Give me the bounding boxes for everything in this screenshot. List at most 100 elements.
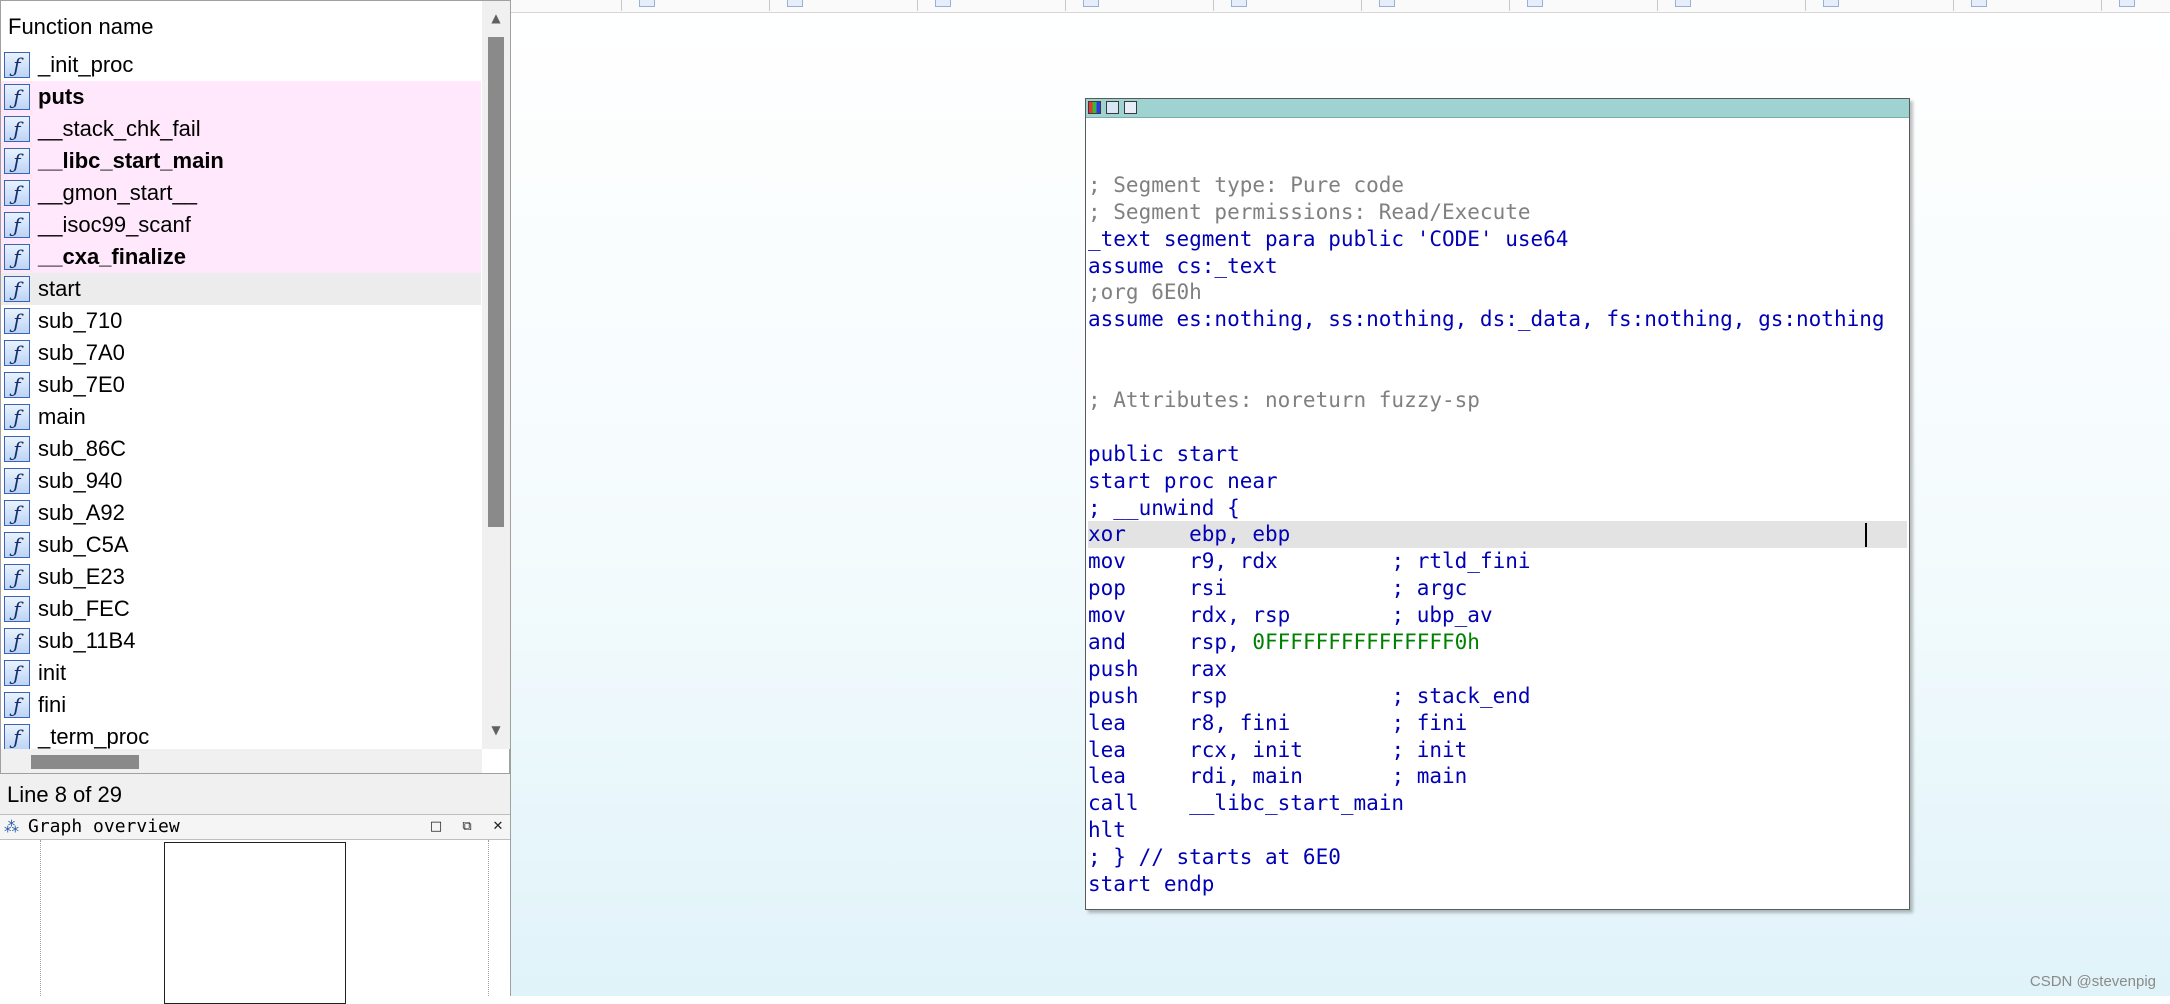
code-line[interactable]: push rax bbox=[1088, 656, 1907, 683]
function-row[interactable]: ƒ _init_proc bbox=[1, 49, 481, 81]
horizontal-scrollbar[interactable] bbox=[1, 749, 482, 773]
function-row[interactable]: ƒ __gmon_start__ bbox=[1, 177, 481, 209]
tab-icon[interactable] bbox=[1083, 0, 1099, 7]
code-line[interactable]: assume es:nothing, ss:nothing, ds:_data,… bbox=[1088, 306, 1907, 333]
function-icon: ƒ bbox=[4, 84, 30, 110]
code-line[interactable]: pop rsi ; argc bbox=[1088, 575, 1907, 602]
function-row[interactable]: ƒ sub_C5A bbox=[1, 529, 481, 561]
code-line[interactable]: mov r9, rdx ; rtld_fini bbox=[1088, 548, 1907, 575]
tab-icon[interactable] bbox=[935, 0, 951, 7]
function-name: main bbox=[38, 404, 86, 429]
code-line[interactable]: lea rdi, main ; main bbox=[1088, 763, 1907, 790]
float-window-icon[interactable]: ⧉ bbox=[455, 816, 479, 838]
code-token: ; argc bbox=[1391, 576, 1468, 601]
code-line[interactable]: _text segment para public 'CODE' use64 bbox=[1088, 226, 1907, 253]
function-row[interactable]: ƒ init bbox=[1, 657, 481, 689]
code-token: ; Segment type: Pure code bbox=[1088, 172, 1405, 197]
tab-separator bbox=[1509, 0, 1510, 11]
code-line[interactable]: ; Segment type: Pure code bbox=[1088, 172, 1907, 199]
line-status: Line 8 of 29 bbox=[7, 782, 122, 807]
graph-node-titlebar[interactable] bbox=[1086, 99, 1909, 118]
code-line[interactable] bbox=[1088, 333, 1907, 360]
code-token: mov rdx, rsp bbox=[1088, 603, 1392, 628]
code-line[interactable]: call __libc_start_main bbox=[1088, 790, 1907, 817]
tab-icon[interactable] bbox=[1675, 0, 1691, 7]
assembly-listing[interactable]: ; Segment type: Pure code; Segment permi… bbox=[1088, 145, 1907, 898]
node-graph-icon[interactable] bbox=[1106, 101, 1119, 114]
function-row[interactable]: ƒ start bbox=[1, 273, 481, 305]
code-line[interactable]: lea rcx, init ; init bbox=[1088, 737, 1907, 764]
column-header-function-name[interactable]: Function name bbox=[1, 1, 481, 49]
code-token: public start bbox=[1088, 441, 1240, 466]
function-row[interactable]: ƒ sub_FEC bbox=[1, 593, 481, 625]
function-row[interactable]: ƒ __isoc99_scanf bbox=[1, 209, 481, 241]
function-row[interactable]: ƒ __cxa_finalize bbox=[1, 241, 481, 273]
function-row[interactable]: ƒ sub_86C bbox=[1, 433, 481, 465]
code-token: lea rdi, main bbox=[1088, 764, 1392, 789]
tab-icon[interactable] bbox=[1823, 0, 1839, 7]
graph-viewport-rect[interactable] bbox=[164, 842, 346, 1004]
vertical-scroll-thumb[interactable] bbox=[488, 37, 504, 527]
function-row[interactable]: ƒ puts bbox=[1, 81, 481, 113]
function-row[interactable]: ƒ sub_7E0 bbox=[1, 369, 481, 401]
code-line[interactable]: assume cs:_text bbox=[1088, 253, 1907, 280]
code-line[interactable]: ; } // starts at 6E0 bbox=[1088, 844, 1907, 871]
graph-overview-canvas[interactable] bbox=[0, 840, 510, 1004]
function-row[interactable]: ƒ fini bbox=[1, 689, 481, 721]
node-color-icon[interactable] bbox=[1088, 101, 1101, 114]
function-row[interactable]: ƒ _term_proc bbox=[1, 721, 481, 749]
code-line[interactable] bbox=[1088, 414, 1907, 441]
function-icon: ƒ bbox=[4, 148, 30, 174]
tab-icon[interactable] bbox=[787, 0, 803, 7]
code-line[interactable]: push rsp ; stack_end bbox=[1088, 683, 1907, 710]
close-icon[interactable]: ✕ bbox=[486, 816, 510, 838]
disassembly-view[interactable]: ; Segment type: Pure code; Segment permi… bbox=[511, 0, 2170, 996]
function-row[interactable]: ƒ __libc_start_main bbox=[1, 145, 481, 177]
code-line[interactable] bbox=[1088, 145, 1907, 172]
code-line[interactable]: public start bbox=[1088, 441, 1907, 468]
tab-icon[interactable] bbox=[1379, 0, 1395, 7]
function-list: ƒ _init_proc ƒ puts ƒ __stack_chk_fail ƒ __libc… bbox=[1, 49, 481, 749]
function-icon: ƒ bbox=[4, 724, 30, 749]
horizontal-scroll-thumb[interactable] bbox=[31, 755, 139, 769]
scroll-up-arrow-icon[interactable]: ▲ bbox=[482, 5, 510, 31]
code-line[interactable]: xor ebp, ebp bbox=[1088, 521, 1907, 549]
code-line[interactable]: start proc near bbox=[1088, 468, 1907, 495]
function-icon: ƒ bbox=[4, 116, 30, 142]
code-line[interactable]: ; __unwind { bbox=[1088, 495, 1907, 522]
maximize-icon[interactable]: □ bbox=[424, 816, 448, 838]
code-line[interactable]: ; Segment permissions: Read/Execute bbox=[1088, 199, 1907, 226]
code-line[interactable]: ;org 6E0h bbox=[1088, 279, 1907, 306]
function-row[interactable]: ƒ sub_E23 bbox=[1, 561, 481, 593]
code-token: start endp bbox=[1088, 872, 1215, 897]
tab-icon[interactable] bbox=[1231, 0, 1247, 7]
function-name: puts bbox=[38, 84, 85, 109]
function-icon: ƒ bbox=[4, 532, 30, 558]
code-line[interactable]: ; Attributes: noreturn fuzzy-sp bbox=[1088, 387, 1907, 414]
tab-separator bbox=[1065, 0, 1066, 11]
code-line[interactable] bbox=[1088, 360, 1907, 387]
function-row[interactable]: ƒ sub_A92 bbox=[1, 497, 481, 529]
function-row[interactable]: ƒ main bbox=[1, 401, 481, 433]
code-line[interactable]: hlt bbox=[1088, 817, 1907, 844]
tab-icon[interactable] bbox=[1527, 0, 1543, 7]
function-row[interactable]: ƒ sub_710 bbox=[1, 305, 481, 337]
scroll-down-arrow-icon[interactable]: ▼ bbox=[482, 717, 510, 743]
tab-separator bbox=[2101, 0, 2102, 11]
function-row[interactable]: ƒ sub_940 bbox=[1, 465, 481, 497]
code-line[interactable]: mov rdx, rsp ; ubp_av bbox=[1088, 602, 1907, 629]
code-line[interactable]: lea r8, fini ; fini bbox=[1088, 710, 1907, 737]
tab-icon[interactable] bbox=[2119, 0, 2135, 7]
function-icon: ƒ bbox=[4, 596, 30, 622]
function-row[interactable]: ƒ sub_11B4 bbox=[1, 625, 481, 657]
code-line[interactable]: start endp bbox=[1088, 871, 1907, 898]
tab-icon[interactable] bbox=[639, 0, 655, 7]
function-name: sub_86C bbox=[38, 436, 127, 461]
vertical-scrollbar[interactable]: ▲ ▼ bbox=[482, 1, 510, 749]
node-group-icon[interactable] bbox=[1124, 101, 1137, 114]
graph-node-start[interactable]: ; Segment type: Pure code; Segment permi… bbox=[1085, 98, 1910, 910]
tab-icon[interactable] bbox=[1971, 0, 1987, 7]
function-row[interactable]: ƒ __stack_chk_fail bbox=[1, 113, 481, 145]
code-line[interactable]: and rsp, 0FFFFFFFFFFFFFFF0h bbox=[1088, 629, 1907, 656]
function-row[interactable]: ƒ sub_7A0 bbox=[1, 337, 481, 369]
